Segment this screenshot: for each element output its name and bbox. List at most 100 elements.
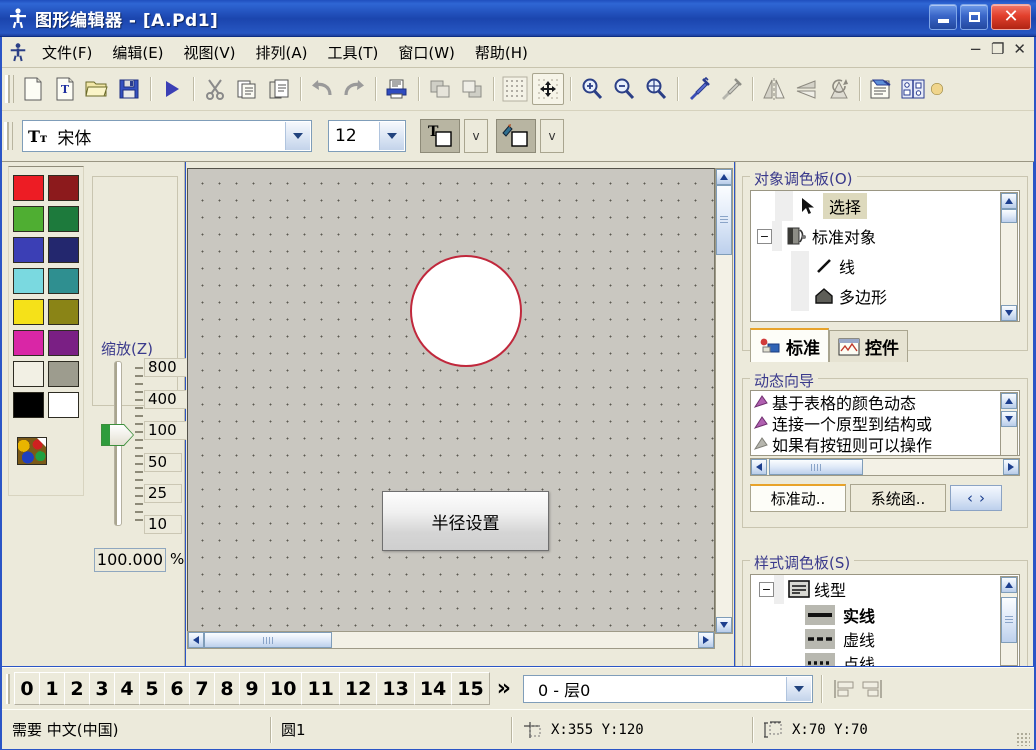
wizard-list-item[interactable]: 如果有按钮则可以操作 bbox=[751, 433, 1019, 454]
zoom-area-icon[interactable] bbox=[641, 74, 671, 104]
overflow-icon[interactable] bbox=[930, 74, 944, 104]
nav-next-button[interactable]: › bbox=[979, 489, 985, 507]
tree-item-dotted-line[interactable]: 点线 bbox=[751, 651, 1019, 666]
nav-prev-button[interactable]: ‹ bbox=[967, 489, 973, 507]
custom-color-icon[interactable] bbox=[17, 437, 47, 465]
tree-expander[interactable]: − bbox=[759, 581, 774, 597]
format-toolbar-grip[interactable] bbox=[4, 122, 13, 150]
flip-horizontal-icon[interactable] bbox=[759, 74, 789, 104]
print-icon[interactable] bbox=[382, 74, 412, 104]
zoom-out-icon[interactable] bbox=[609, 74, 639, 104]
object-list-scrollbar[interactable] bbox=[1000, 192, 1018, 321]
layer-tab-14[interactable]: 14 bbox=[413, 672, 453, 705]
canvas-vertical-scrollbar[interactable] bbox=[715, 168, 733, 634]
layer-tab-5[interactable]: 5 bbox=[139, 672, 165, 705]
font-size-combo[interactable]: 12 bbox=[328, 120, 406, 152]
rotate-icon[interactable] bbox=[823, 74, 853, 104]
layer-tab-6[interactable]: 6 bbox=[164, 672, 190, 705]
scroll-right-button[interactable] bbox=[1003, 459, 1019, 475]
layer-tab-7[interactable]: 7 bbox=[189, 672, 215, 705]
layer-more-button[interactable]: » bbox=[497, 676, 511, 701]
minimize-button[interactable] bbox=[929, 4, 957, 30]
mdi-minimize-button[interactable]: − bbox=[969, 42, 982, 57]
text-color-icon[interactable]: T bbox=[420, 119, 460, 153]
color-swatch[interactable] bbox=[48, 330, 79, 356]
layer-tab-2[interactable]: 2 bbox=[64, 672, 90, 705]
zoom-tick-50[interactable]: 50 bbox=[144, 453, 182, 472]
wizard-list-vertical-scrollbar[interactable] bbox=[1000, 392, 1018, 455]
zoom-tick-400[interactable]: 400 bbox=[144, 390, 190, 409]
properties-icon[interactable] bbox=[866, 74, 896, 104]
layer-tab-12[interactable]: 12 bbox=[338, 672, 378, 705]
drawing-canvas[interactable]: 半径设置 bbox=[187, 168, 715, 634]
scroll-down-button[interactable] bbox=[716, 617, 732, 633]
align-right-icon[interactable] bbox=[858, 676, 886, 702]
scroll-up-button[interactable] bbox=[716, 169, 732, 185]
tree-expander[interactable]: − bbox=[757, 228, 772, 244]
cut-icon[interactable] bbox=[200, 74, 230, 104]
layer-tab-9[interactable]: 9 bbox=[239, 672, 265, 705]
tree-item-polygon[interactable]: 多边形 bbox=[751, 281, 1019, 311]
zoom-tick-10[interactable]: 10 bbox=[144, 515, 182, 534]
scroll-left-button[interactable] bbox=[751, 459, 767, 475]
align-left-icon[interactable] bbox=[830, 676, 858, 702]
canvas-horizontal-scrollbar[interactable] bbox=[187, 631, 715, 649]
text-color-dropdown[interactable]: v bbox=[464, 119, 488, 153]
style-scroll-thumb[interactable] bbox=[1001, 597, 1017, 643]
layer-tab-0[interactable]: 0 bbox=[14, 672, 40, 705]
close-button[interactable]: ✕ bbox=[991, 4, 1031, 30]
library-icon[interactable] bbox=[898, 74, 928, 104]
menu-item-tools[interactable]: 工具(T) bbox=[318, 39, 387, 66]
layer-tab-10[interactable]: 10 bbox=[264, 672, 303, 705]
style-list-scrollbar[interactable] bbox=[1000, 576, 1018, 666]
color-swatch[interactable] bbox=[48, 299, 79, 325]
layer-tab-3[interactable]: 3 bbox=[89, 672, 115, 705]
fill-color-icon[interactable] bbox=[496, 119, 536, 153]
new-icon[interactable] bbox=[18, 74, 48, 104]
layer-tab-1[interactable]: 1 bbox=[39, 672, 65, 705]
color-swatch[interactable] bbox=[13, 361, 44, 387]
window-resize-grip[interactable] bbox=[1016, 732, 1030, 746]
copy-icon[interactable] bbox=[232, 74, 262, 104]
zoom-tick-100[interactable]: 100 bbox=[144, 421, 190, 440]
wizard-list-horizontal-scrollbar[interactable] bbox=[750, 458, 1020, 476]
person-figure-icon[interactable] bbox=[8, 41, 28, 63]
tree-item-dashed-line[interactable]: 虚线 bbox=[751, 627, 1019, 651]
menu-item-arrange[interactable]: 排列(A) bbox=[247, 39, 317, 66]
menu-item-file[interactable]: 文件(F) bbox=[33, 39, 101, 66]
color-swatch[interactable] bbox=[48, 237, 79, 263]
canvas-shape-circle[interactable] bbox=[410, 255, 522, 367]
tree-item-solid-line[interactable]: 实线 bbox=[751, 603, 1019, 627]
tab-standard[interactable]: 标准 bbox=[750, 328, 829, 362]
layer-select-combo[interactable]: 0 - 层0 bbox=[522, 674, 813, 703]
color-swatch[interactable] bbox=[48, 392, 79, 418]
tab-system-function[interactable]: 系统函.. bbox=[850, 484, 946, 512]
undo-icon[interactable] bbox=[307, 74, 337, 104]
tree-item-standard-objects[interactable]: − 标准对象 bbox=[751, 221, 1019, 251]
menu-item-help[interactable]: 帮助(H) bbox=[466, 39, 537, 66]
eyedropper-apply-icon[interactable] bbox=[684, 74, 714, 104]
color-swatch[interactable] bbox=[48, 206, 79, 232]
menu-item-edit[interactable]: 编辑(E) bbox=[103, 39, 172, 66]
tab-controls[interactable]: 控件 bbox=[829, 330, 908, 362]
layer-tab-11[interactable]: 11 bbox=[301, 672, 340, 705]
layer-bar-grip[interactable] bbox=[6, 673, 12, 704]
font-name-combo[interactable]: Tт 宋体 bbox=[22, 120, 312, 152]
layer-tab-8[interactable]: 8 bbox=[214, 672, 240, 705]
color-swatch[interactable] bbox=[13, 206, 44, 232]
mdi-close-button[interactable]: ✕ bbox=[1013, 42, 1026, 57]
color-swatch[interactable] bbox=[13, 299, 44, 325]
menu-item-view[interactable]: 视图(V) bbox=[175, 39, 245, 66]
new-text-document-icon[interactable]: T bbox=[50, 74, 80, 104]
color-swatch[interactable] bbox=[13, 268, 44, 294]
font-name-dropdown-arrow[interactable] bbox=[285, 122, 310, 150]
toolbar-grip[interactable] bbox=[5, 75, 14, 103]
layer-tab-4[interactable]: 4 bbox=[114, 672, 140, 705]
list-scroll-thumb[interactable] bbox=[1001, 209, 1017, 223]
tree-item-line-style[interactable]: − 线型 bbox=[751, 575, 1019, 604]
redo-icon[interactable] bbox=[339, 74, 369, 104]
zoom-in-icon[interactable] bbox=[577, 74, 607, 104]
scroll-up-button[interactable] bbox=[1001, 393, 1017, 409]
send-to-back-icon[interactable] bbox=[457, 74, 487, 104]
color-swatch[interactable] bbox=[48, 361, 79, 387]
